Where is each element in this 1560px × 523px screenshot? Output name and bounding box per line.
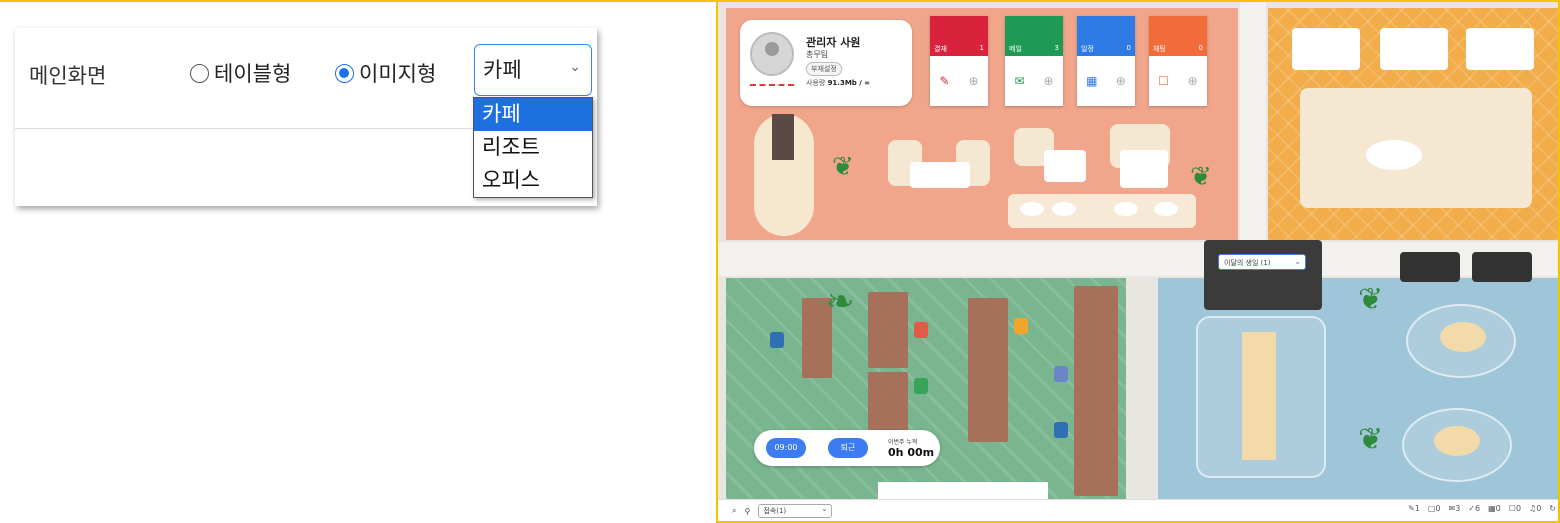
bookshelf [878, 482, 1048, 500]
card-label: 메일 [1009, 45, 1022, 53]
desk [1074, 286, 1118, 496]
plant-icon: ❧ [826, 282, 855, 322]
card-label: 결재 [934, 45, 947, 53]
round-table [1366, 140, 1422, 170]
calendar-icon[interactable]: ▦ [1086, 74, 1097, 88]
chair [914, 322, 928, 338]
search-icon[interactable]: ⌕ [732, 506, 736, 516]
box-icon[interactable]: ▢0 [1428, 504, 1441, 513]
check-in-button[interactable]: 09:00 [766, 438, 806, 458]
chat-card[interactable]: 채팅 0 ☐ ⊕ [1149, 16, 1207, 106]
desk [868, 292, 908, 368]
theme-option-office[interactable]: 오피스 [474, 164, 592, 197]
check-out-button[interactable]: 퇴근 [828, 438, 868, 458]
chevron-down-icon: ⌄ [821, 505, 828, 513]
usage-label: 사용량 [806, 79, 826, 87]
planter [1472, 252, 1532, 282]
week-total-label: 이번주 누적 [888, 439, 918, 446]
mail-card[interactable]: 메일 3 ✉ ⊕ [1005, 16, 1063, 106]
plus-icon[interactable]: ⊕ [1043, 74, 1053, 88]
radio-table-type[interactable]: 테이블형 [190, 58, 291, 88]
wall [1240, 2, 1266, 242]
cafe-table [1044, 150, 1086, 182]
chair [770, 332, 784, 348]
refresh-icon[interactable]: ↻ [1549, 504, 1556, 513]
meeting-screen: 이달의 생일 (1) ⌄ [1204, 240, 1322, 310]
connected-users-value: 접속(1) [763, 507, 787, 515]
chevron-down-icon: ⌄ [1294, 257, 1301, 266]
divider [15, 128, 475, 129]
bottom-toolbar: ⌕ ⚲ 접속(1) ⌄ ✎1 ▢0 ✉3 ✓6 ▦0 ☐0 ♫0 ↻ [718, 499, 1558, 521]
plus-icon[interactable]: ⊕ [1116, 74, 1126, 88]
card-count: 0 [1126, 44, 1131, 52]
radio-image-type[interactable]: 이미지형 [335, 58, 436, 88]
chevron-down-icon: ⌄ [569, 59, 581, 75]
card-count: 0 [1198, 44, 1203, 52]
profile-card[interactable]: 관리자 사원 총무팀 부재설정 사용량 91.3Mb / ∞ [740, 20, 912, 106]
planter [1292, 28, 1360, 70]
pen-icon[interactable]: ✎ [939, 74, 949, 88]
mail-icon[interactable]: ✉ [1014, 74, 1024, 88]
round-table [1434, 426, 1480, 456]
status-line [750, 84, 794, 86]
round-table [1440, 322, 1486, 352]
star-icon: ✪ [1408, 44, 1424, 65]
theme-dropdown-list: 카페 리조트 오피스 [473, 97, 593, 198]
birthday-select[interactable]: 이달의 생일 (1) ⌄ [1218, 254, 1306, 270]
cafe-table [910, 162, 970, 188]
cafe-table [1120, 150, 1168, 188]
chair [914, 378, 928, 394]
plant-icon: ❦ [1358, 282, 1384, 317]
storage-usage: 사용량 91.3Mb / ∞ [806, 78, 870, 88]
plant-icon: ❦ [832, 152, 854, 182]
theme-option-resort[interactable]: 리조트 [474, 131, 592, 164]
planter [1400, 252, 1460, 282]
approval-icon[interactable]: ✎1 [1408, 504, 1420, 513]
plant-icon: ❦ [1190, 162, 1212, 192]
connected-users-select[interactable]: 접속(1) ⌄ [758, 504, 833, 518]
attendance-widget: 09:00 퇴근 이번주 누적 0h 00m [754, 430, 940, 466]
radio-table-label: 테이블형 [214, 62, 292, 86]
planter [1466, 28, 1534, 70]
mail-icon[interactable]: ✉3 [1449, 504, 1461, 513]
org-chart-icon[interactable]: ⚲ [744, 507, 750, 516]
top-border [0, 0, 716, 2]
conference-table [1242, 332, 1276, 460]
plus-icon[interactable]: ⊕ [1188, 74, 1198, 88]
theme-select[interactable]: 카페 ⌄ [474, 44, 592, 96]
chair [1054, 366, 1068, 382]
bell-icon[interactable]: ♫0 [1529, 504, 1541, 513]
chat-icon[interactable]: ☐ [1158, 74, 1169, 88]
week-total-value: 0h 00m [888, 446, 935, 459]
approval-card[interactable]: 결재 1 ✎ ⊕ [930, 16, 988, 106]
absence-settings-button[interactable]: 부재설정 [806, 62, 842, 76]
calendar-icon[interactable]: ▦0 [1488, 504, 1501, 513]
profile-team: 총무팀 [806, 50, 829, 59]
usage-value: 91.3Mb / ∞ [827, 79, 871, 87]
card-count: 3 [1054, 44, 1059, 52]
radio-checked-icon[interactable] [335, 63, 354, 83]
card-label: 채팅 [1153, 45, 1166, 53]
chair [1014, 318, 1028, 334]
card-count: 1 [979, 44, 984, 52]
schedule-card[interactable]: 일정 0 ▦ ⊕ [1077, 16, 1135, 106]
main-screen-settings-panel: 메인화면 테이블형 이미지형 카페 ⌄ 카페 리조트 오피스 [15, 28, 597, 206]
radio-image-label: 이미지형 [359, 62, 437, 86]
radio-unchecked-icon[interactable] [190, 63, 209, 83]
birthday-select-value: 이달의 생일 (1) [1224, 259, 1271, 267]
chat-icon[interactable]: ☐0 [1509, 504, 1521, 513]
office-map-preview: 관리자 사원 총무팀 부재설정 사용량 91.3Mb / ∞ 결재 1 ✎ ⊕ 메일… [716, 0, 1560, 523]
profile-name: 관리자 사원 [806, 36, 861, 49]
coffee-machine [772, 114, 794, 160]
card-label: 일정 [1081, 45, 1094, 53]
main-screen-label: 메인화면 [29, 64, 107, 88]
check-icon[interactable]: ✓6 [1468, 504, 1480, 513]
plus-icon[interactable]: ⊕ [968, 74, 978, 88]
theme-option-cafe[interactable]: 카페 [474, 98, 592, 131]
avatar [750, 32, 794, 76]
desk [968, 298, 1008, 442]
plant-icon: ❦ [1358, 422, 1384, 457]
chair [1054, 422, 1068, 438]
theme-select-value: 카페 [483, 58, 522, 82]
